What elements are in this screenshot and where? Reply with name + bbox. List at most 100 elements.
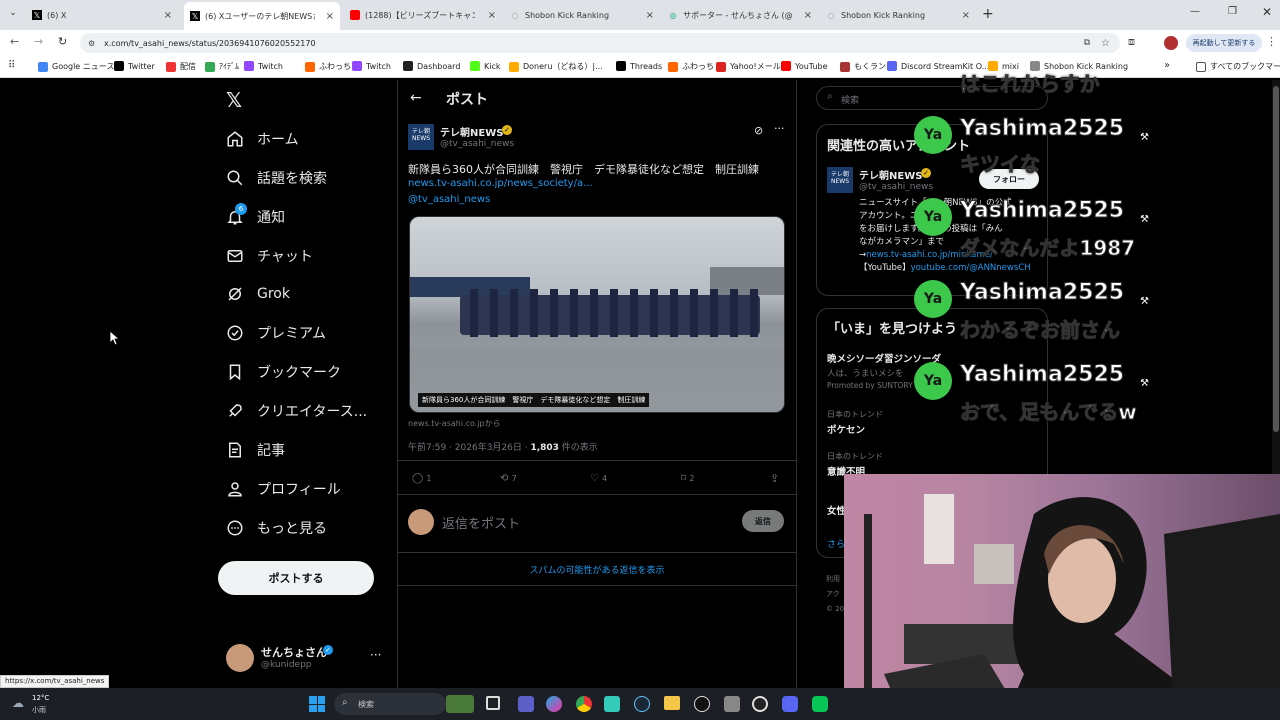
post-more-icon[interactable]: ··· xyxy=(774,122,785,135)
close-window-icon[interactable]: ✕ xyxy=(1262,5,1272,19)
teams-icon[interactable] xyxy=(518,696,534,712)
bookmark-item[interactable]: 配信 xyxy=(166,61,196,72)
show-more-link[interactable]: さら xyxy=(827,537,845,550)
bookmark-item[interactable]: Google ニュース xyxy=(38,61,114,72)
copilot-icon[interactable] xyxy=(546,696,562,712)
post-link[interactable]: news.tv-asahi.co.jp/news_society/a... xyxy=(408,178,593,189)
bookmark-item[interactable]: ｱｲﾃﾞﾑ xyxy=(205,61,239,72)
account-avatar[interactable]: テレ朝 NEWS xyxy=(827,167,853,193)
nav-creator-studio[interactable]: クリエイタース... xyxy=(226,401,367,421)
bookmark-item[interactable]: ふわっち xyxy=(305,61,351,72)
author-name[interactable]: テレ朝NEWS xyxy=(440,124,503,139)
extensions-icon[interactable]: ⧈ xyxy=(1128,35,1135,49)
spam-replies-link[interactable]: スパムの可能性がある返信を表示 xyxy=(398,563,796,576)
browser-tab[interactable]: 𝕏 (6) X × xyxy=(26,4,178,26)
line-icon[interactable] xyxy=(812,696,828,712)
nav-premium[interactable]: プレミアム xyxy=(226,323,326,343)
bookmark-item[interactable]: Twitch xyxy=(352,61,391,71)
bookmark-item[interactable]: YouTube xyxy=(781,61,828,71)
close-tab-icon[interactable]: × xyxy=(488,10,496,21)
grok-explain-icon[interactable]: ⊘ xyxy=(754,124,763,137)
reload-icon[interactable]: ↻ xyxy=(58,35,67,48)
browser-tab-active[interactable]: 𝕏 (6) Xユーザーのテレ朝NEWSさん: 「新 × xyxy=(184,2,340,30)
explorer-icon[interactable] xyxy=(664,696,680,710)
nav-home[interactable]: ホーム xyxy=(226,129,299,149)
weather-widget[interactable]: ☁ 12°C 小雨 xyxy=(12,692,72,716)
apps-grid-icon[interactable]: ⠿ xyxy=(8,60,15,71)
bookmark-item[interactable]: Dashboard xyxy=(403,61,460,71)
nav-more[interactable]: もっと見る xyxy=(226,518,327,538)
bookmark-item[interactable]: もくラン xyxy=(840,61,886,72)
browser-tab[interactable]: ◌ Shobon Kick Ranking × xyxy=(504,4,660,26)
link-source[interactable]: news.tv-asahi.co.jpから xyxy=(408,418,501,429)
repost-action[interactable]: ⟲ 7 xyxy=(500,473,517,484)
close-tab-icon[interactable]: × xyxy=(962,10,970,21)
nav-bookmarks[interactable]: ブックマーク xyxy=(226,362,341,382)
start-icon[interactable] xyxy=(309,696,325,712)
bookmark-action[interactable]: ⌑ 2 xyxy=(681,473,694,484)
back-icon[interactable]: ← xyxy=(10,35,19,48)
nav-chat[interactable]: チャット xyxy=(226,246,313,266)
post-image[interactable]: 新隊員ら360人が合同訓練 警視庁 デモ隊暴徒化など想定 制圧訓練 xyxy=(409,216,785,413)
author-avatar[interactable]: テレ朝 NEWS xyxy=(408,124,434,150)
bio-yt-link[interactable]: youtube.com/@ANNnewsCH xyxy=(911,263,1031,273)
more-bookmarks-icon[interactable]: » xyxy=(1164,60,1170,71)
tab-list-menu-icon[interactable]: ⌄ xyxy=(6,8,20,22)
chrome-icon[interactable] xyxy=(576,696,592,712)
bookmark-item[interactable]: Kick xyxy=(470,61,501,71)
bookmark-item[interactable]: Yahoo!メール xyxy=(716,61,781,72)
browser-tab[interactable]: ◎ サポーター - せんちょさん (@kunide × xyxy=(662,4,818,26)
nav-explore[interactable]: 話題を検索 xyxy=(226,168,327,188)
nav-notifications[interactable]: 6 通知 xyxy=(226,203,285,227)
app-icon[interactable] xyxy=(604,696,620,712)
new-tab-button[interactable]: + xyxy=(982,6,994,22)
all-bookmarks-folder[interactable]: すべてのブックマーク xyxy=(1196,61,1280,72)
nav-profile[interactable]: プロフィール xyxy=(226,479,341,499)
steam-icon[interactable] xyxy=(634,696,650,712)
app-icon[interactable] xyxy=(724,696,740,712)
like-action[interactable]: ♡ 4 xyxy=(590,473,607,484)
obs-icon[interactable] xyxy=(752,696,768,712)
update-button[interactable]: 再起動して更新する xyxy=(1186,34,1262,52)
forward-icon[interactable]: → xyxy=(34,35,43,48)
minimize-icon[interactable]: — xyxy=(1190,6,1200,17)
close-tab-icon[interactable]: × xyxy=(164,10,172,21)
url-input[interactable]: ⚙ x.com/tv_asahi_news/status/20369410760… xyxy=(80,33,1120,53)
discord-icon[interactable] xyxy=(782,696,798,712)
task-view-icon[interactable] xyxy=(486,696,500,710)
reply-action[interactable]: ◯ 1 xyxy=(412,473,431,484)
install-icon[interactable]: ⧉ xyxy=(1084,38,1090,48)
bookmark-item[interactable]: Threads xyxy=(616,61,662,71)
taskbar-search[interactable]: ⌕ 検索 xyxy=(334,693,446,715)
nav-articles[interactable]: 記事 xyxy=(226,440,285,460)
close-tab-icon[interactable]: × xyxy=(804,10,812,21)
restore-icon[interactable]: ❐ xyxy=(1228,6,1237,17)
app-icon[interactable] xyxy=(694,696,710,712)
star-icon[interactable]: ☆ xyxy=(1101,38,1110,49)
nav-grok[interactable]: Grok xyxy=(226,285,290,303)
menu-dots-icon[interactable]: ⋮ xyxy=(1266,35,1277,48)
footer-link[interactable]: アク xyxy=(826,587,844,602)
reply-button[interactable]: 返信 xyxy=(742,510,784,532)
bookmark-item[interactable]: Twitter xyxy=(114,61,155,71)
browser-tab[interactable]: ◌ Shobon Kick Ranking × xyxy=(820,4,976,26)
bookmark-item[interactable]: Twitch xyxy=(244,61,283,71)
widgets-icon[interactable] xyxy=(446,695,474,713)
close-tab-icon[interactable]: × xyxy=(646,10,654,21)
bookmark-item[interactable]: Doneru（どねる）|... xyxy=(509,61,603,72)
share-icon[interactable]: ⇪ xyxy=(770,472,779,485)
account-name[interactable]: テレ朝NEWS xyxy=(859,167,922,182)
scrollbar-thumb[interactable] xyxy=(1273,86,1279,432)
back-arrow-icon[interactable]: ← xyxy=(410,90,422,106)
site-info-icon[interactable]: ⚙ xyxy=(88,39,95,48)
x-logo-icon[interactable]: 𝕏 xyxy=(226,88,242,112)
account-switcher[interactable]: せんちょさん ✓ @kunidepp ··· xyxy=(226,642,386,676)
trend-item[interactable]: 日本のトレンド ポケセン xyxy=(827,409,883,436)
footer-link[interactable]: 利用 xyxy=(826,572,844,587)
close-tab-icon[interactable]: × xyxy=(326,11,334,22)
bookmark-item[interactable]: ふわっち xyxy=(668,61,714,72)
browser-tab[interactable]: (1288)【ビリーズブートキャンプ】お鍋 × xyxy=(344,4,502,26)
profile-avatar[interactable] xyxy=(1164,36,1178,50)
post-mention[interactable]: @tv_asahi_news xyxy=(408,194,490,205)
more-dots-icon[interactable]: ··· xyxy=(370,648,381,662)
